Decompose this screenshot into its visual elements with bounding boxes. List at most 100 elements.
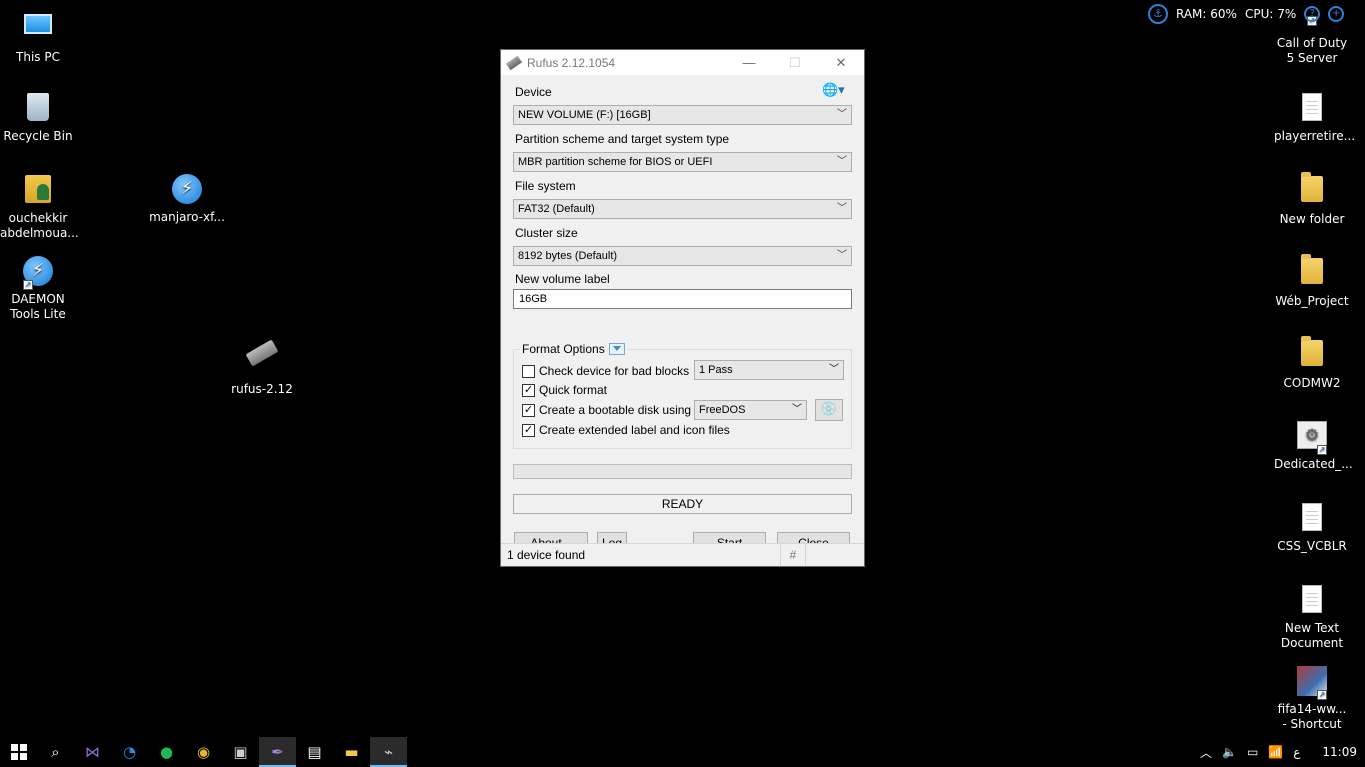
title-bar[interactable]: Rufus 2.12.1054 — ☐ ✕	[501, 50, 864, 75]
chevron-down-icon: ﹀	[837, 203, 847, 214]
volume-label-input[interactable]: 16GB	[513, 289, 852, 309]
usb-drive-icon	[505, 55, 523, 70]
plus-icon[interactable]: +	[1328, 6, 1345, 22]
volume-label-label: New volume label	[515, 272, 610, 286]
desktop-icon-fifa14[interactable]: ↗ fifa14-ww... - Shortcut	[1274, 664, 1350, 732]
bootable-row[interactable]: ✓ Create a bootable disk using	[522, 403, 691, 417]
progress-bar	[513, 464, 852, 479]
device-select[interactable]: NEW VOLUME (F:) [16GB] ﹀	[513, 105, 852, 125]
taskbar-search[interactable]: ⌕	[37, 737, 74, 767]
extended-label-checkbox[interactable]: ✓	[522, 423, 535, 437]
document-icon	[1302, 503, 1322, 531]
expand-options-button[interactable]	[608, 343, 625, 355]
desktop-icon-daemon-tools[interactable]: ⚡ ↗ DAEMON Tools Lite	[0, 254, 76, 322]
system-tray: ︿ 🔈 ▭ 📶 ع 11:09	[1200, 737, 1357, 767]
user-folder-icon	[25, 175, 51, 203]
computer-icon	[24, 14, 52, 34]
extended-label-row[interactable]: ✓ Create extended label and icon files	[522, 423, 730, 437]
device-count: 1 device found	[507, 548, 586, 562]
taskbar-file-explorer[interactable]: ▬	[333, 737, 370, 767]
partition-select[interactable]: MBR partition scheme for BIOS or UEFI ﹀	[513, 152, 852, 172]
document-icon	[1302, 585, 1322, 613]
windows-icon	[10, 744, 27, 760]
taskbar-rufus[interactable]: ⌁	[370, 737, 407, 767]
language-icon[interactable]: 🌐▾	[822, 82, 850, 98]
chevron-up-icon[interactable]: ︿	[1200, 744, 1212, 761]
visual-studio-icon: ⋈	[85, 743, 100, 761]
wifi-icon[interactable]: 📶	[1268, 745, 1283, 759]
taskbar-media[interactable]: ▣	[222, 737, 259, 767]
quick-format-row[interactable]: ✓ Quick format	[522, 383, 607, 397]
desktop-icon-codmw2[interactable]: CODMW2	[1274, 336, 1350, 391]
select-image-button[interactable]: 💿	[815, 399, 843, 421]
device-label: Device	[515, 85, 552, 99]
usb-drive-icon: ⌁	[383, 743, 394, 761]
shortcut-arrow-icon: ↗	[1317, 690, 1327, 700]
chevron-down-icon: ﹀	[837, 109, 847, 120]
taskbar-visual-studio[interactable]: ⋈	[74, 737, 111, 767]
clock[interactable]: 11:09	[1322, 745, 1357, 759]
quick-format-checkbox[interactable]: ✓	[522, 383, 535, 397]
media-icon: ▣	[233, 743, 248, 761]
help-icon[interactable]: ?	[1304, 6, 1321, 22]
taskbar-chrome[interactable]: ◉	[185, 737, 222, 767]
desktop-icon-new-text-document[interactable]: New Text Document	[1274, 582, 1350, 651]
desktop-icon-user-folder[interactable]: ouchekkir abdelmoua...	[0, 172, 79, 241]
folder-icon	[1301, 254, 1323, 284]
chevron-down-icon: ﹀	[837, 250, 847, 261]
desktop-icon-css-vcblr[interactable]: CSS_VCBLR	[1274, 500, 1350, 554]
cluster-size-select[interactable]: 8192 bytes (Default) ﹀	[513, 246, 852, 266]
desktop-icon-playerretire[interactable]: playerretire...	[1274, 90, 1355, 144]
chevron-down-icon: ﹀	[837, 156, 847, 167]
system-monitor-widget: ⚓ RAM: 60% CPU: 7% ? +	[1148, 4, 1345, 24]
chrome-icon: ◉	[196, 743, 211, 761]
feather-icon: ✒	[271, 743, 284, 761]
shortcut-arrow-icon: ↗	[1317, 445, 1327, 455]
desktop-icon-manjaro[interactable]: ⚡ manjaro-xf...	[149, 172, 225, 225]
cpu-usage: CPU: 7%	[1244, 7, 1297, 21]
hash-button[interactable]: #	[780, 544, 806, 566]
sync-icon: ◔	[122, 743, 137, 761]
taskbar-spotify[interactable]: ●	[148, 737, 185, 767]
filesystem-label: File system	[515, 179, 576, 193]
taskbar-feather-app[interactable]: ✒	[259, 737, 296, 767]
desktop-icon-rufus[interactable]: rufus-2.12	[224, 336, 300, 397]
status-text: READY	[513, 494, 852, 514]
shortcut-arrow-icon: ↗	[23, 280, 33, 290]
recycle-bin-icon	[27, 93, 49, 121]
check-bad-blocks-checkbox[interactable]	[522, 364, 535, 378]
taskbar-app-blue[interactable]: ◔	[111, 737, 148, 767]
check-bad-blocks-row[interactable]: Check device for bad blocks	[522, 364, 689, 378]
desktop-icon-new-folder[interactable]: New folder	[1274, 172, 1350, 227]
ram-usage: RAM: 60%	[1176, 7, 1237, 21]
desktop-icon-dedicated[interactable]: ⚙ ↗ Dedicated_...	[1274, 418, 1353, 472]
format-options-title: Format Options	[520, 342, 627, 356]
usb-drive-icon	[245, 339, 279, 367]
status-bar: 1 device found #	[501, 543, 864, 566]
folder-icon: ▬	[344, 743, 359, 761]
taskbar-documents[interactable]: ▤	[296, 737, 333, 767]
spotify-icon: ●	[159, 743, 174, 761]
cluster-size-label: Cluster size	[515, 226, 578, 240]
close-window-button[interactable]: ✕	[818, 50, 864, 75]
desktop-icon-web-project[interactable]: Wéb_Project	[1274, 254, 1350, 309]
desktop-icon-recycle-bin[interactable]: Recycle Bin	[0, 90, 76, 144]
language-indicator[interactable]: ع	[1293, 745, 1300, 759]
bootable-checkbox[interactable]: ✓	[522, 403, 535, 417]
monitor-icon[interactable]: ⚓	[1148, 4, 1168, 24]
desktop-icon-this-pc[interactable]: This PC	[0, 8, 76, 65]
minimize-button[interactable]: —	[726, 50, 772, 75]
passes-select[interactable]: 1 Pass ﹀	[694, 360, 844, 380]
boot-type-select[interactable]: FreeDOS ﹀	[694, 400, 807, 420]
disk-icon: 💿	[820, 401, 838, 416]
volume-icon[interactable]: 🔈	[1222, 745, 1237, 759]
maximize-button[interactable]: ☐	[772, 50, 818, 75]
format-options-group: Format Options Check device for bad bloc…	[513, 342, 852, 449]
search-icon: ⌕	[51, 743, 60, 761]
document-icon	[1302, 93, 1322, 121]
chevron-down-icon: ﹀	[792, 404, 802, 415]
filesystem-select[interactable]: FAT32 (Default) ﹀	[513, 199, 852, 219]
battery-icon[interactable]: ▭	[1247, 745, 1258, 759]
folder-icon	[1301, 336, 1323, 366]
start-button-taskbar[interactable]	[0, 737, 37, 767]
